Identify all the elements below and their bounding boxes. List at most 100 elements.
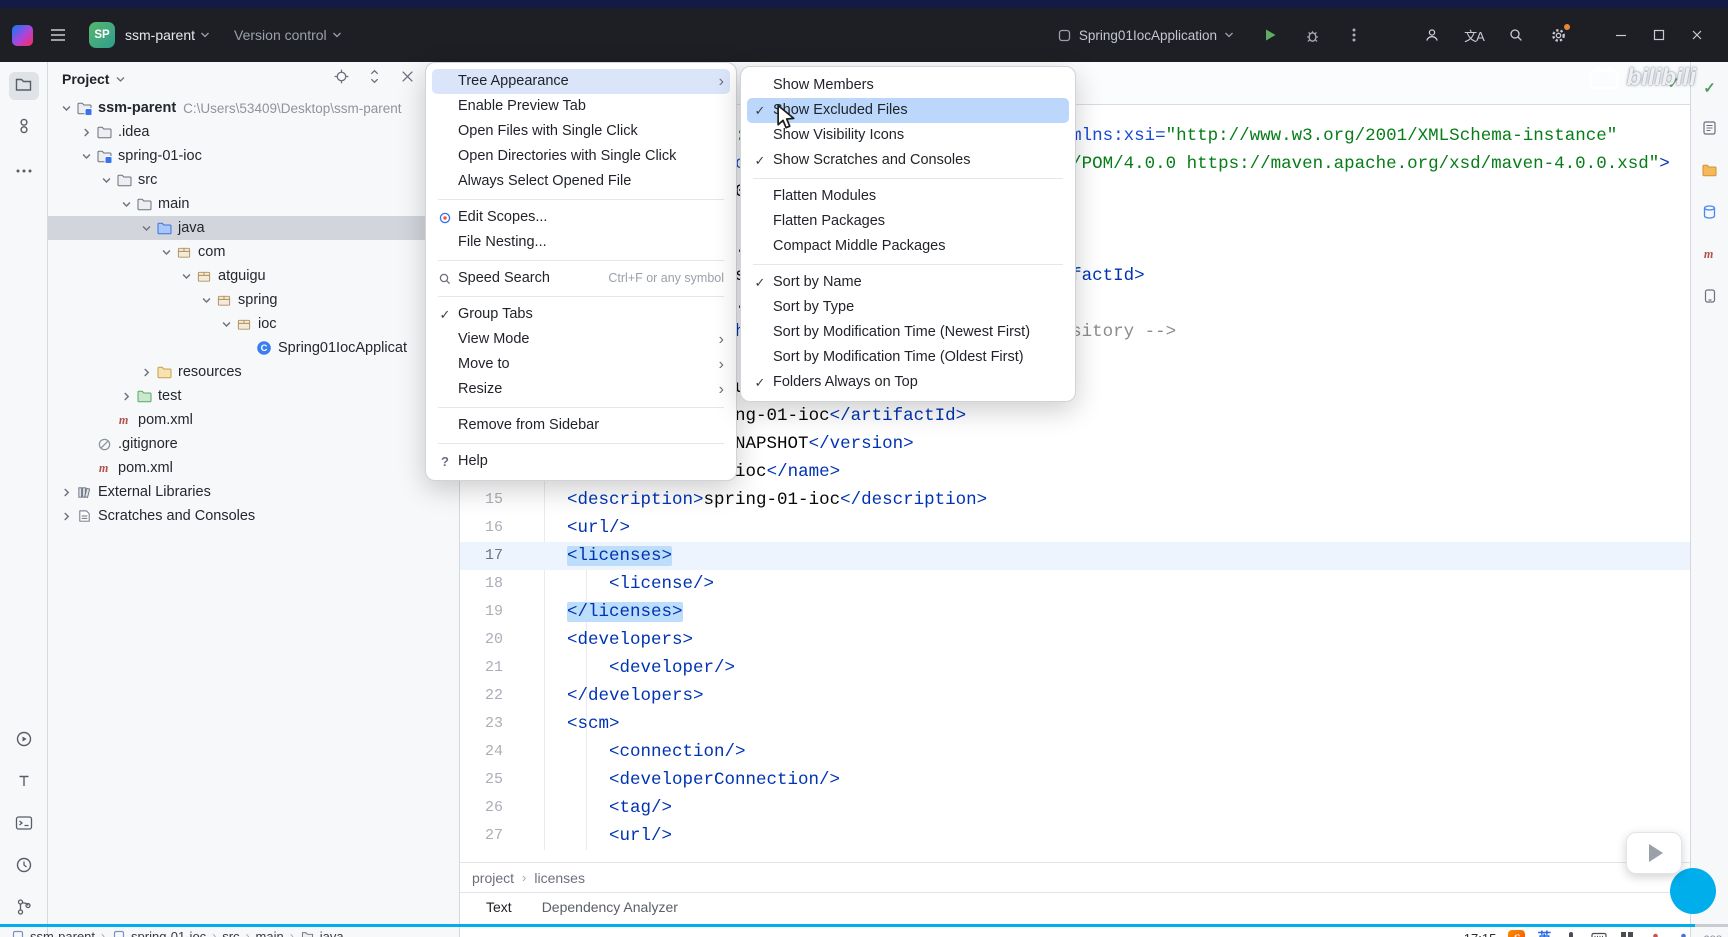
close-button[interactable] <box>1678 20 1716 50</box>
menu-item-help[interactable]: ? Help <box>432 449 730 474</box>
menu-item-folders-always-on-top[interactable]: ✓ Folders Always on Top <box>747 370 1069 395</box>
menu-item-flatten-packages[interactable]: Flatten Packages <box>747 209 1069 234</box>
tree-item-atguigu[interactable]: atguigu <box>48 264 459 288</box>
tree-item-test[interactable]: test <box>48 384 459 408</box>
chevron-right-icon[interactable] <box>58 508 75 525</box>
ime-language-indicator[interactable]: 英 <box>1537 928 1551 937</box>
tree-item-spring01iocapplicat[interactable]: C Spring01IocApplicat <box>48 336 459 360</box>
tree-item-ssm-parent[interactable]: ssm-parent C:\Users\53409\Desktop\ssm-par… <box>48 96 459 120</box>
chevron-down-icon[interactable] <box>138 220 155 237</box>
menu-item-show-scratches-and-consoles[interactable]: ✓ Show Scratches and Consoles <box>747 148 1069 173</box>
tree-item-spring-01-ioc[interactable]: spring-01-ioc <box>48 144 459 168</box>
collapse-all-button[interactable] <box>398 70 416 88</box>
tab-text[interactable]: Text <box>486 899 512 927</box>
tree-item-pom-xml[interactable]: m pom.xml <box>48 456 459 480</box>
translate-button[interactable]: 文A <box>1458 20 1490 50</box>
menu-item-always-select-opened-file[interactable]: Always Select Opened File <box>432 169 730 194</box>
tree-item-com[interactable]: com <box>48 240 459 264</box>
code-line-22[interactable]: 22 </developers> <box>460 682 1690 710</box>
menu-item-edit-scopes[interactable]: Edit Scopes... <box>432 205 730 230</box>
status-path-spring-01-ioc[interactable]: spring-01-ioc <box>111 928 206 937</box>
menu-item-file-nesting[interactable]: File Nesting... <box>432 230 730 255</box>
project-widget[interactable]: ssm-parent <box>125 27 210 43</box>
database-tool-button[interactable] <box>1699 204 1721 224</box>
chevron-down-icon[interactable] <box>218 316 235 333</box>
menu-item-tree-appearance[interactable]: Tree Appearance › <box>432 69 730 94</box>
tree-item-src[interactable]: src <box>48 168 459 192</box>
menu-item-compact-middle-packages[interactable]: Compact Middle Packages <box>747 234 1069 259</box>
menu-item-sort-by-modification-time-oldest-first[interactable]: Sort by Modification Time (Oldest First) <box>747 345 1069 370</box>
status-path-java[interactable]: java <box>300 928 344 937</box>
chevron-down-icon[interactable] <box>118 196 135 213</box>
project-tool-button[interactable] <box>8 72 39 100</box>
profile-button[interactable] <box>1416 20 1448 50</box>
structure-tool-button[interactable] <box>9 114 39 142</box>
code-line-19[interactable]: 19 </licenses> <box>460 598 1690 626</box>
code-line-21[interactable]: 21 <developer/> <box>460 654 1690 682</box>
inspections-ok-tool-button[interactable]: ✓ <box>1699 78 1721 98</box>
chevron-down-icon[interactable] <box>98 172 115 189</box>
chevron-down-icon[interactable] <box>78 148 95 165</box>
status-path-main[interactable]: main <box>256 929 284 937</box>
code-line-18[interactable]: 18 <license/> <box>460 570 1690 598</box>
microphone-icon[interactable] <box>1563 930 1579 937</box>
grid-icon[interactable] <box>1619 930 1635 937</box>
tree-item-java[interactable]: java <box>48 216 459 240</box>
chevron-right-icon[interactable] <box>138 364 155 381</box>
menu-item-speed-search[interactable]: Speed Search Ctrl+F or any symbol <box>432 266 730 291</box>
build-tool-button[interactable] <box>9 769 39 797</box>
main-menu-button[interactable] <box>43 20 73 50</box>
tree-item-scratches-and-consoles[interactable]: Scratches and Consoles <box>48 504 459 528</box>
more-tool-button[interactable] <box>9 156 39 184</box>
run-button[interactable] <box>1254 20 1286 50</box>
menu-item-sort-by-modification-time-newest-first[interactable]: Sort by Modification Time (Newest First) <box>747 320 1069 345</box>
code-line-17[interactable]: 17 <licenses> <box>460 542 1690 570</box>
settings-button[interactable] <box>1542 20 1574 50</box>
maven-tool-button[interactable] <box>1699 162 1721 182</box>
terminal-tool-button[interactable] <box>9 811 39 839</box>
keyboard-icon[interactable] <box>1591 930 1607 937</box>
code-line-20[interactable]: 20 <developers> <box>460 626 1690 654</box>
profiler-tool-button[interactable] <box>9 853 39 881</box>
menu-item-resize[interactable]: Resize › <box>432 377 730 402</box>
minimize-button[interactable] <box>1602 20 1640 50</box>
code-line-26[interactable]: 26 <tag/> <box>460 794 1690 822</box>
menu-item-open-directories-with-single-click[interactable]: Open Directories with Single Click <box>432 144 730 169</box>
device-tool-button[interactable] <box>1699 288 1721 308</box>
more-actions-button[interactable] <box>1338 20 1370 50</box>
code-line-15[interactable]: 15 <description>spring-01-ioc</descripti… <box>460 486 1690 514</box>
menu-item-view-mode[interactable]: View Mode › <box>432 327 730 352</box>
menu-item-sort-by-type[interactable]: Sort by Type <box>747 295 1069 320</box>
git-tool-button[interactable] <box>9 895 39 923</box>
bilibili-play-widget[interactable] <box>1626 832 1716 914</box>
chevron-down-icon[interactable] <box>198 292 215 309</box>
menu-item-enable-preview-tab[interactable]: Enable Preview Tab <box>432 94 730 119</box>
status-path-ssm-parent[interactable]: ssm-parent <box>10 928 95 937</box>
menu-item-remove-from-sidebar[interactable]: Remove from Sidebar <box>432 413 730 438</box>
breadcrumb-item-licenses[interactable]: licenses <box>534 870 585 886</box>
tree-item-external-libraries[interactable]: External Libraries <box>48 480 459 504</box>
code-line-23[interactable]: 23 <scm> <box>460 710 1690 738</box>
chevron-right-icon[interactable] <box>118 388 135 405</box>
chevron-down-icon[interactable] <box>58 100 75 117</box>
chevron-right-icon[interactable] <box>78 124 95 141</box>
maven-module-tool-button[interactable]: m <box>1699 246 1721 266</box>
menu-item-move-to[interactable]: Move to › <box>432 352 730 377</box>
sogou-ime-icon[interactable]: S <box>1508 929 1526 937</box>
menu-item-flatten-modules[interactable]: Flatten Modules <box>747 184 1069 209</box>
tree-item-ioc[interactable]: ioc <box>48 312 459 336</box>
chevron-down-icon[interactable] <box>158 244 175 261</box>
tab-dependency-analyzer[interactable]: Dependency Analyzer <box>542 899 678 927</box>
run-configuration-widget[interactable]: Spring01IocApplication <box>1057 28 1234 43</box>
chevron-down-icon[interactable] <box>178 268 195 285</box>
maximize-button[interactable] <box>1640 20 1678 50</box>
status-path-src[interactable]: src <box>222 929 239 937</box>
menu-item-open-files-with-single-click[interactable]: Open Files with Single Click <box>432 119 730 144</box>
menu-item-sort-by-name[interactable]: ✓ Sort by Name <box>747 270 1069 295</box>
menu-item-show-members[interactable]: Show Members <box>747 73 1069 98</box>
tree-item-idea[interactable]: .idea <box>48 120 459 144</box>
document-tool-button[interactable] <box>1699 120 1721 140</box>
expand-collapse-button[interactable] <box>365 69 383 88</box>
code-line-25[interactable]: 25 <developerConnection/> <box>460 766 1690 794</box>
debug-button[interactable] <box>1296 20 1328 50</box>
